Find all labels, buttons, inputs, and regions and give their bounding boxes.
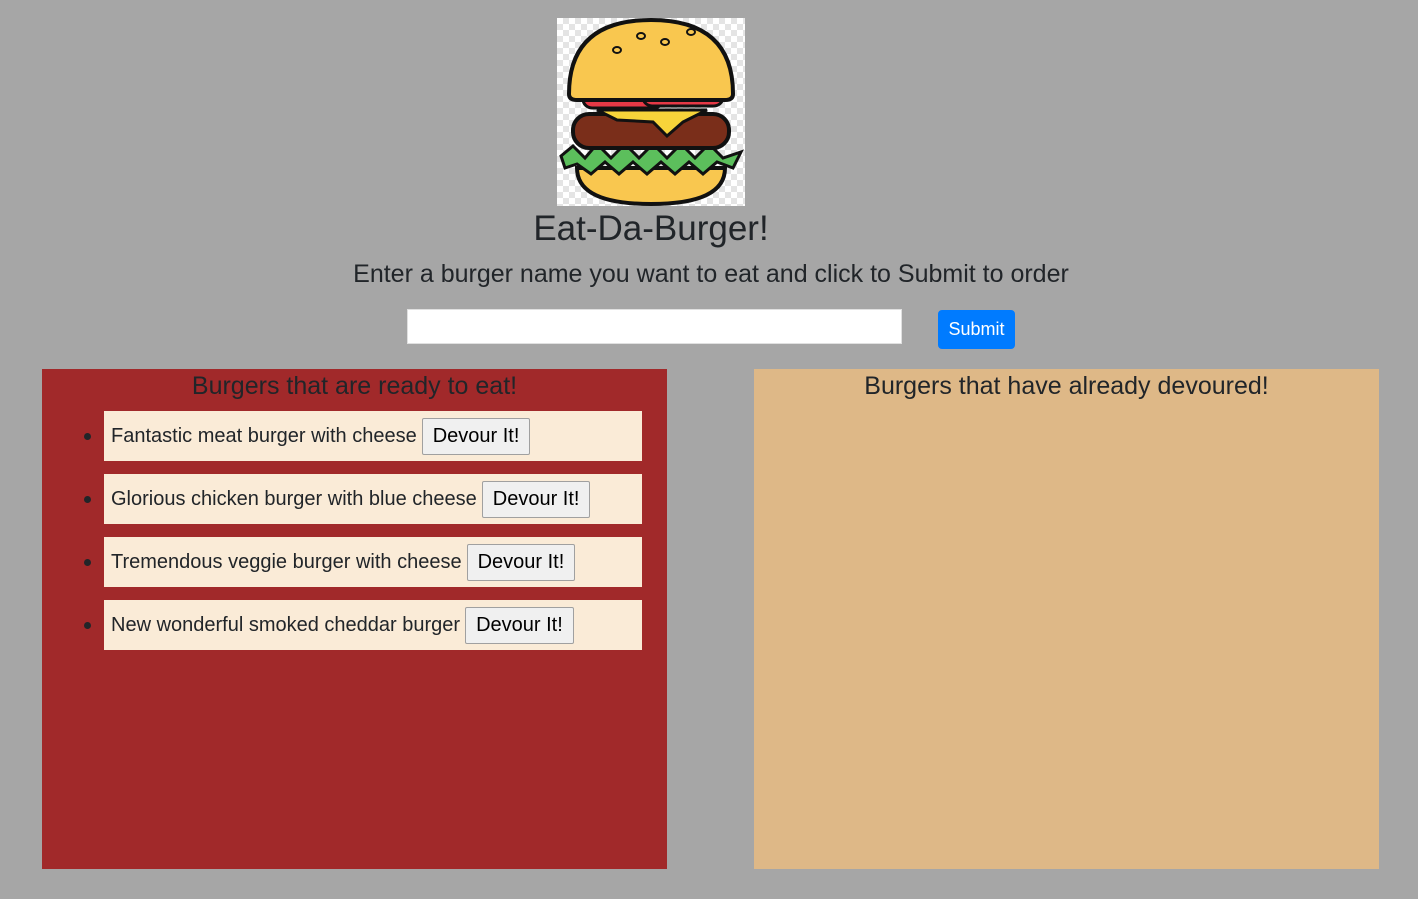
- devour-button[interactable]: Devour It!: [466, 543, 576, 581]
- devour-button[interactable]: Devour It!: [421, 417, 531, 455]
- list-item: Glorious chicken burger with blue cheese…: [84, 474, 642, 524]
- devour-button[interactable]: Devour It!: [465, 606, 574, 644]
- bullet-icon: [84, 622, 91, 629]
- ready-burgers-heading: Burgers that are ready to eat!: [191, 372, 518, 400]
- list-item: Fantastic meat burger with cheese Devour…: [84, 411, 642, 461]
- devoured-burgers-panel: Burgers that have already devoured!: [754, 369, 1379, 869]
- submit-button[interactable]: Submit: [938, 310, 1015, 349]
- order-instructions: Enter a burger name you want to eat and …: [353, 260, 1069, 288]
- burger-name: Tremendous veggie burger with cheese: [111, 550, 462, 573]
- burger-name: Glorious chicken burger with blue cheese: [111, 487, 477, 510]
- ready-burgers-list: Fantastic meat burger with cheese Devour…: [82, 411, 642, 663]
- burger-name-input[interactable]: [407, 309, 902, 344]
- bullet-icon: [84, 496, 91, 503]
- bullet-icon: [84, 433, 91, 440]
- burger-name: Fantastic meat burger with cheese: [111, 424, 417, 447]
- bullet-icon: [84, 559, 91, 566]
- ready-burgers-panel: Burgers that are ready to eat! Fantastic…: [42, 369, 667, 869]
- list-item: Tremendous veggie burger with cheese Dev…: [84, 537, 642, 587]
- burger-name: New wonderful smoked cheddar burger: [111, 613, 461, 636]
- burger-logo-image: [557, 18, 745, 206]
- page-title: Eat-Da-Burger!: [533, 209, 769, 248]
- devour-button[interactable]: Devour It!: [481, 480, 591, 518]
- page: Eat-Da-Burger! Enter a burger name you w…: [0, 0, 1418, 899]
- burger-icon: [559, 18, 744, 206]
- list-item: New wonderful smoked cheddar burger Devo…: [84, 600, 642, 650]
- devoured-burgers-heading: Burgers that have already devoured!: [864, 372, 1269, 400]
